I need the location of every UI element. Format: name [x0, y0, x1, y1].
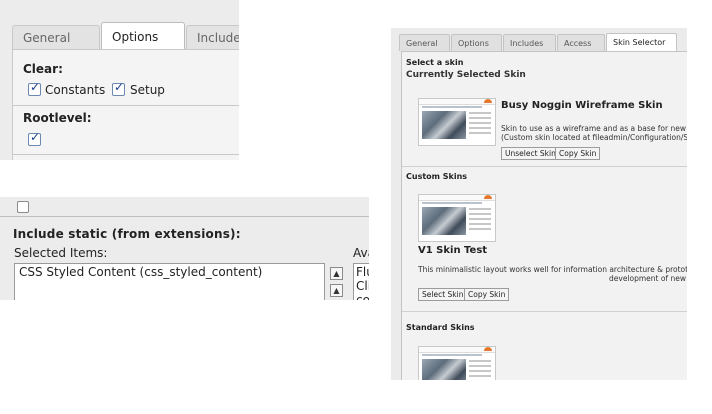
- available-items-list[interactable]: Flu Cli co: [353, 263, 369, 300]
- list-item[interactable]: Flu: [356, 265, 369, 279]
- divider: [402, 311, 687, 312]
- tab-general[interactable]: General: [399, 34, 450, 51]
- move-top-button[interactable]: ▲: [330, 267, 343, 280]
- setup-checkbox[interactable]: [112, 80, 125, 96]
- tab-general[interactable]: General: [12, 25, 100, 49]
- list-item[interactable]: Cli: [356, 279, 369, 293]
- custom-skins-heading: Custom Skins: [406, 172, 468, 181]
- custom-skin-description-cont: development of new skins.: [609, 274, 687, 283]
- copy-skin-button[interactable]: Copy Skin: [555, 147, 601, 160]
- setup-label: Setup: [130, 83, 165, 97]
- constants-label: Constants: [45, 83, 106, 97]
- tab-includes[interactable]: Includes: [503, 34, 556, 51]
- copy-skin-button[interactable]: Copy Skin: [464, 288, 510, 301]
- available-items-label: Ava: [353, 246, 369, 260]
- include-static-panel: Include static (from extensions): Select…: [0, 197, 369, 300]
- divider: [402, 166, 687, 167]
- custom-skin-name: V1 Skin Test: [418, 245, 488, 256]
- tab-include[interactable]: Include: [186, 25, 239, 49]
- current-skin-path: (Custom skin located at fileadmin/Config…: [501, 133, 687, 142]
- divider: [13, 154, 239, 155]
- tab-access[interactable]: Access: [557, 34, 605, 51]
- standard-skins-heading: Standard Skins: [406, 323, 475, 332]
- current-skin-heading: Currently Selected Skin: [406, 70, 526, 80]
- selected-items-label: Selected Items:: [14, 246, 108, 260]
- list-item[interactable]: co: [356, 293, 369, 300]
- current-skin-name: Busy Noggin Wireframe Skin: [501, 100, 663, 111]
- rootlevel-heading: Rootlevel:: [23, 111, 92, 125]
- move-up-button[interactable]: ▲: [330, 284, 343, 297]
- custom-skin-thumbnail[interactable]: [418, 194, 496, 242]
- include-static-title: Include static (from extensions):: [13, 227, 241, 241]
- tab-skin-selector[interactable]: Skin Selector: [606, 33, 677, 52]
- selected-items-list[interactable]: CSS Styled Content (css_styled_content): [14, 263, 325, 300]
- clear-heading: Clear:: [23, 62, 63, 76]
- rootlevel-checkbox[interactable]: [28, 130, 41, 146]
- options-content: Clear: Constants Setup Rootlevel:: [12, 49, 239, 160]
- unselect-skin-button[interactable]: Unselect Skin: [501, 147, 560, 160]
- tab-options[interactable]: Options: [451, 34, 502, 51]
- select-skin-label: Select a skin: [406, 58, 464, 67]
- standard-skin-thumbnail[interactable]: [418, 346, 496, 380]
- unchecked-checkbox[interactable]: [17, 201, 29, 213]
- skin-selector-content: Select a skin Currently Selected Skin Bu…: [401, 51, 687, 380]
- list-item[interactable]: CSS Styled Content (css_styled_content): [19, 265, 262, 279]
- select-skin-button[interactable]: Select Skin: [418, 288, 468, 301]
- options-tabbar: General Options Include: [0, 0, 239, 50]
- divider: [0, 216, 369, 217]
- tab-options[interactable]: Options: [101, 22, 185, 50]
- current-skin-thumbnail: [418, 98, 496, 146]
- constants-checkbox[interactable]: [28, 80, 41, 96]
- skin-selector-panel: General Options Includes Access Skin Sel…: [391, 28, 687, 380]
- divider: [13, 105, 239, 106]
- options-panel: General Options Include Clear: Constants…: [0, 0, 239, 160]
